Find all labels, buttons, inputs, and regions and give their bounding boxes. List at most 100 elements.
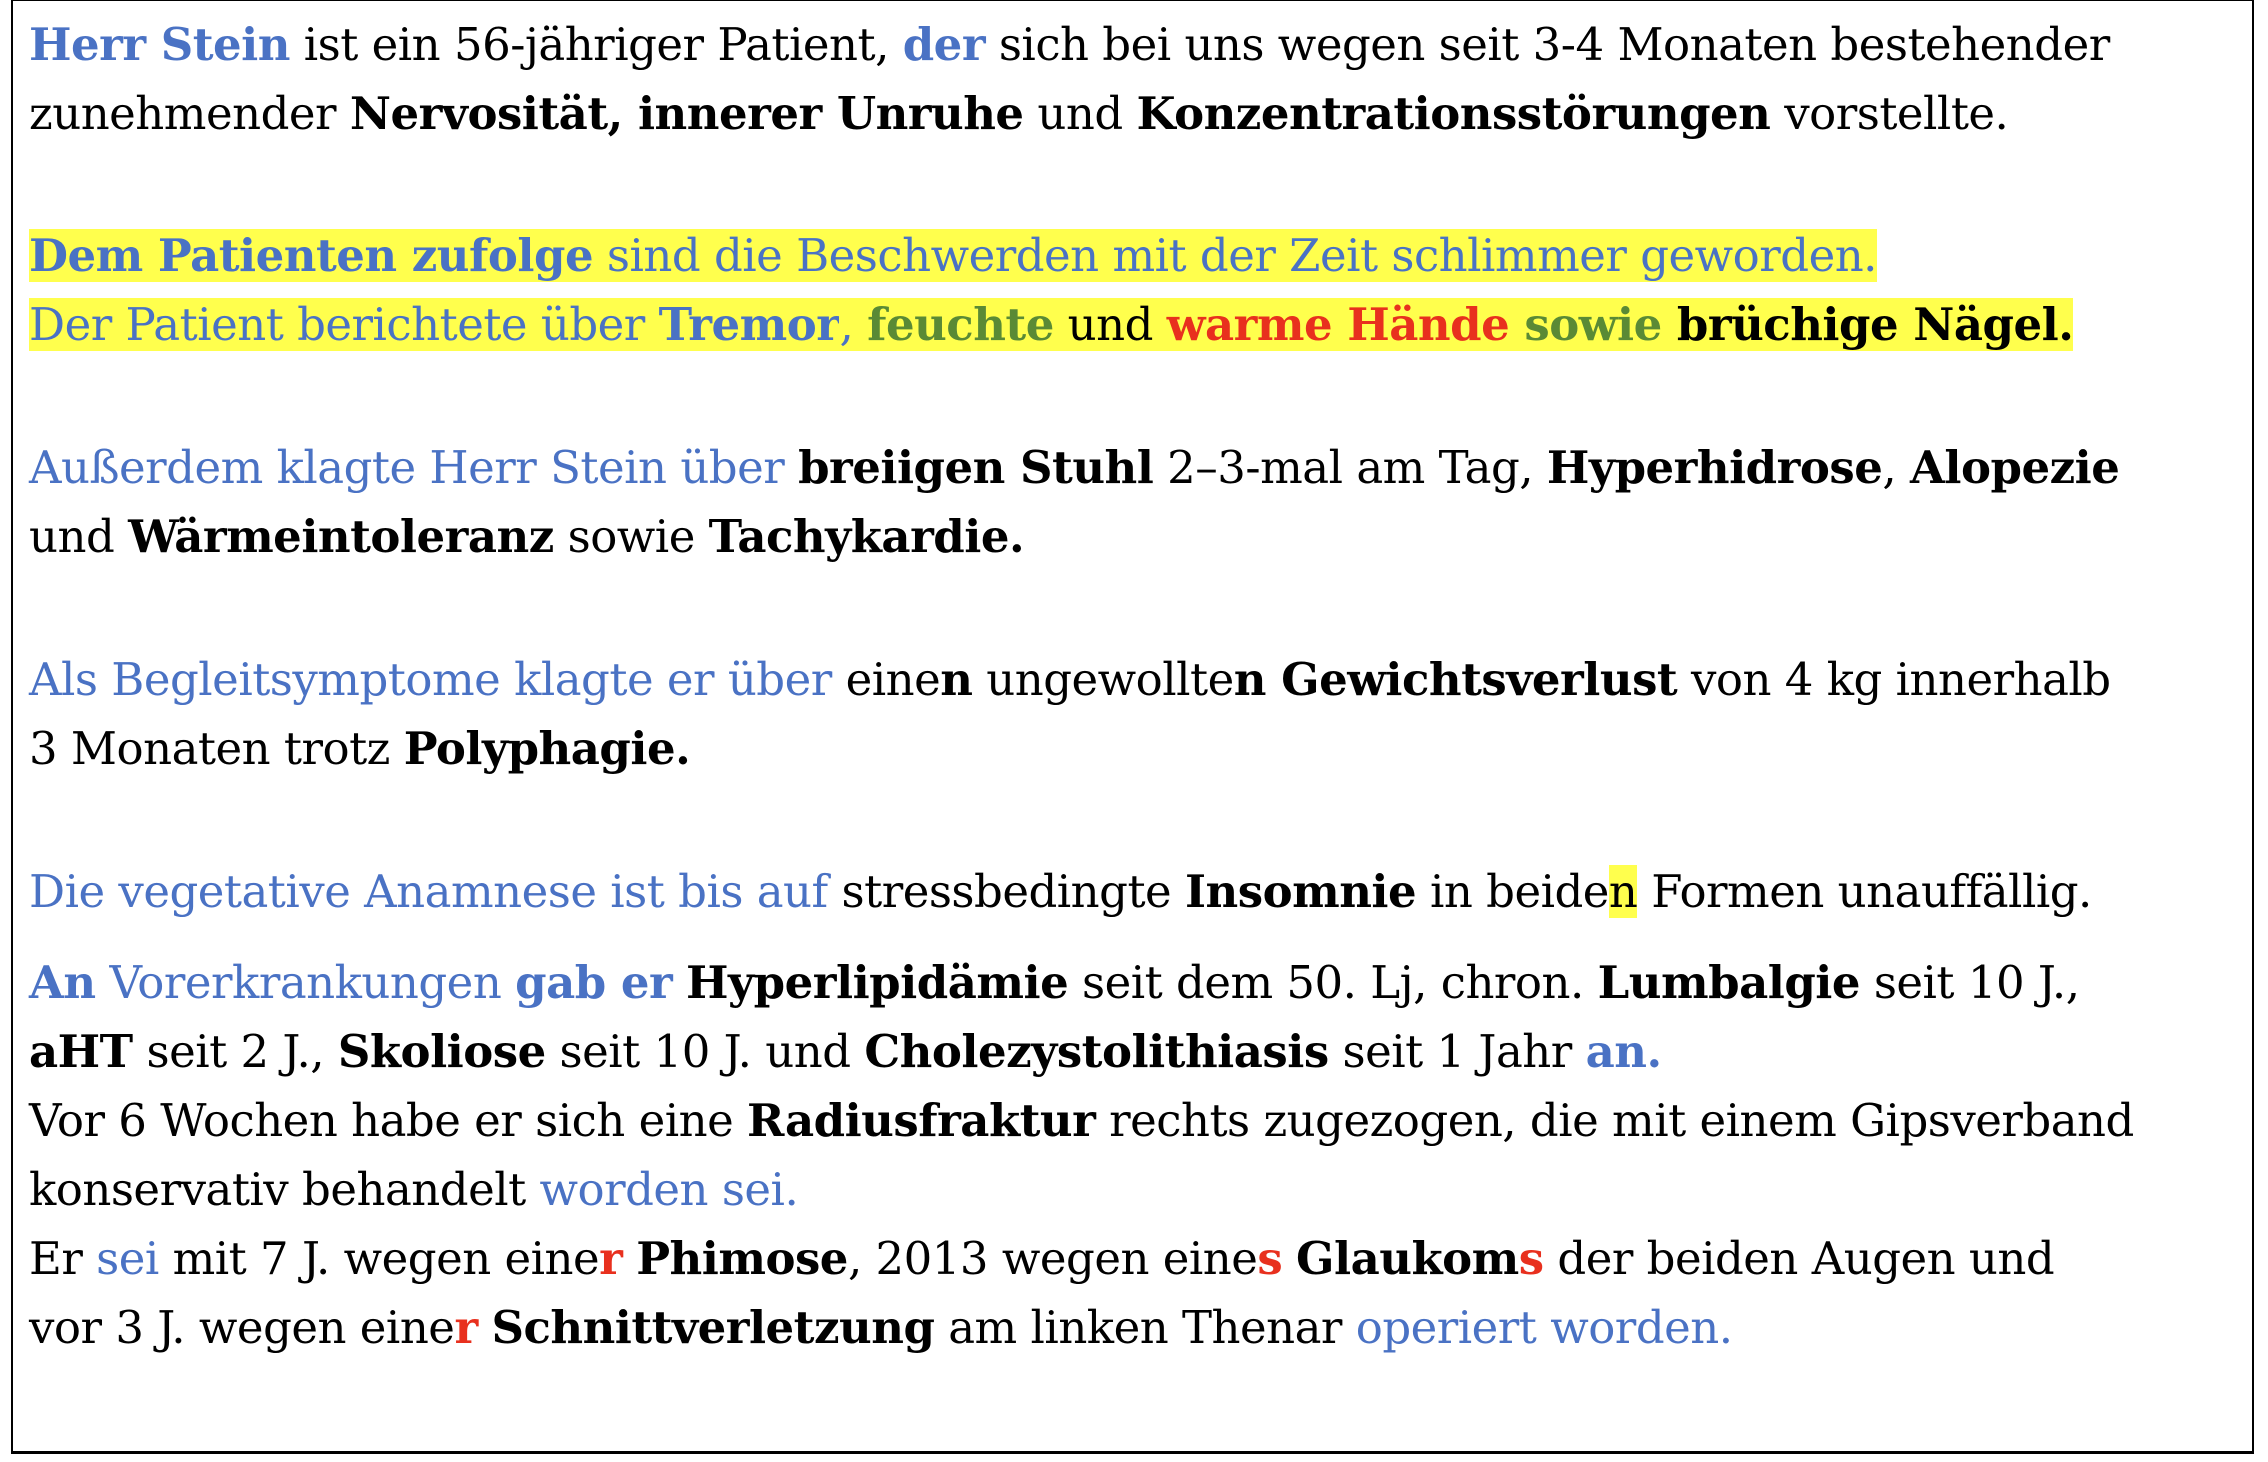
text-segment: vorstellte. bbox=[1770, 87, 2009, 140]
text-line: zunehmender Nervosität, innerer Unruhe u… bbox=[29, 79, 2239, 148]
text-segment: mit 7 J. wegen eine bbox=[158, 1232, 600, 1285]
text-segment bbox=[622, 1232, 636, 1285]
text-line: aHT seit 2 J., Skoliose seit 10 J. und C… bbox=[29, 1017, 2239, 1086]
paragraph-accompanying-symptoms: Als Begleitsymptome klagte er über einen… bbox=[29, 645, 2239, 783]
text-segment: zunehmender bbox=[29, 87, 350, 140]
text-segment bbox=[478, 1301, 492, 1354]
text-segment: aHT bbox=[29, 1025, 133, 1078]
text-segment: am linken Thenar bbox=[934, 1301, 1356, 1354]
text-segment: Wärmeintoleranz bbox=[128, 510, 554, 563]
text-line: Die vegetative Anamnese ist bis auf stre… bbox=[29, 857, 2239, 926]
text-segment bbox=[1282, 1232, 1296, 1285]
text-segment: r bbox=[599, 1232, 623, 1285]
text-segment: Skoliose bbox=[337, 1025, 546, 1078]
text-line: Der Patient berichtete über Tremor, feuc… bbox=[29, 290, 2239, 359]
text-segment: seit 1 Jahr bbox=[1328, 1025, 1586, 1078]
text-segment: seit 10 J., bbox=[1860, 956, 2080, 1009]
text-segment: seit 2 J., bbox=[132, 1025, 338, 1078]
paragraph-chief-complaint: Herr Stein ist ein 56-jähriger Patient, … bbox=[29, 10, 2239, 148]
text-segment: Hyperlipidämie bbox=[686, 956, 1069, 1009]
text-segment: s bbox=[1518, 1232, 1544, 1285]
text-segment: Vorerkrankungen bbox=[95, 956, 516, 1009]
paragraph-further-complaints: Außerdem klagte Herr Stein über breiigen… bbox=[29, 433, 2239, 571]
text-segment: sei bbox=[96, 1232, 159, 1285]
text-segment: sowie bbox=[553, 510, 709, 563]
paragraph-vegetative-anamnesis: Die vegetative Anamnese ist bis auf stre… bbox=[29, 857, 2239, 926]
text-line: An Vorerkrankungen gab er Hyperlipidämie… bbox=[29, 948, 2239, 1017]
text-segment: Hyperhidrose bbox=[1546, 441, 1883, 494]
text-segment: worden sei. bbox=[539, 1163, 799, 1216]
text-segment: Herr Stein bbox=[29, 18, 290, 71]
text-segment: Formen unauffällig. bbox=[1637, 865, 2092, 918]
text-segment: Als Begleitsymptome klagte er über bbox=[29, 653, 846, 706]
text-segment: in beide bbox=[1416, 865, 1609, 918]
text-segment: n bbox=[940, 653, 973, 706]
text-segment bbox=[672, 956, 686, 1009]
text-segment: Polyphagie. bbox=[403, 722, 691, 775]
text-line: Als Begleitsymptome klagte er über einen… bbox=[29, 645, 2239, 714]
anamnesis-text: Herr Stein ist ein 56-jähriger Patient, … bbox=[29, 10, 2239, 1362]
paragraph-course-symptoms: Dem Patienten zufolge sind die Beschwerd… bbox=[29, 221, 2239, 359]
text-segment: 2–3-mal am Tag, bbox=[1153, 441, 1547, 494]
text-segment: operiert worden. bbox=[1355, 1301, 1733, 1354]
text-segment: konservativ behandelt bbox=[29, 1163, 540, 1216]
text-line: Herr Stein ist ein 56-jähriger Patient, … bbox=[29, 10, 2239, 79]
text-segment: n bbox=[1608, 865, 1638, 918]
text-line: Er sei mit 7 J. wegen einer Phimose, 201… bbox=[29, 1224, 2239, 1293]
text-segment: ist ein 56-jähriger Patient, bbox=[289, 18, 903, 71]
text-segment: Konzentrationsstörungen bbox=[1136, 87, 1771, 140]
text-segment: An bbox=[29, 956, 96, 1009]
text-segment: Schnittverletzung bbox=[491, 1301, 935, 1354]
text-segment: Vor 6 Wochen habe er sich eine bbox=[29, 1094, 748, 1147]
text-segment: und bbox=[1023, 87, 1137, 140]
text-segment: , bbox=[839, 298, 868, 351]
text-segment: Tremor bbox=[658, 298, 840, 351]
text-segment: s bbox=[1257, 1232, 1283, 1285]
text-segment: der beiden Augen und bbox=[1543, 1232, 2055, 1285]
text-segment: sich bei uns wegen seit 3-4 Monaten best… bbox=[985, 18, 2110, 71]
text-line: konservativ behandelt worden sei. bbox=[29, 1155, 2239, 1224]
text-segment: , 2013 wegen eine bbox=[847, 1232, 1258, 1285]
text-segment: ungewollte bbox=[972, 653, 1234, 706]
text-segment: brüchige Nägel. bbox=[1676, 298, 2074, 351]
text-segment: der bbox=[902, 18, 986, 71]
text-segment: Er bbox=[29, 1232, 97, 1285]
text-segment: seit 10 J. und bbox=[545, 1025, 865, 1078]
text-segment: warme Hände bbox=[1166, 298, 1510, 351]
text-line: Außerdem klagte Herr Stein über breiigen… bbox=[29, 433, 2239, 502]
text-segment: sowie bbox=[1509, 298, 1677, 351]
text-segment: Cholezystolithiasis bbox=[864, 1025, 1329, 1078]
text-segment: 3 Monaten trotz bbox=[29, 722, 404, 775]
text-segment: Alopezie bbox=[1909, 441, 2120, 494]
text-segment: n Gewichtsverlust bbox=[1233, 653, 1678, 706]
text-line: Vor 6 Wochen habe er sich eine Radiusfra… bbox=[29, 1086, 2239, 1155]
text-segment: Tachykardie. bbox=[708, 510, 1025, 563]
text-segment: Insomnie bbox=[1184, 865, 1417, 918]
text-segment: Der Patient berichtete über bbox=[29, 298, 659, 351]
text-segment: sind die Beschwerden mit der Zeit schlim… bbox=[593, 229, 1877, 282]
text-line: Dem Patienten zufolge sind die Beschwerd… bbox=[29, 221, 2239, 290]
text-segment: Außerdem klagte Herr Stein über bbox=[29, 441, 799, 494]
text-segment: von 4 kg innerhalb bbox=[1677, 653, 2111, 706]
text-segment: stressbedingte bbox=[841, 865, 1185, 918]
text-segment: und bbox=[29, 510, 129, 563]
text-segment: feuchte bbox=[867, 298, 1054, 351]
text-segment: Nervosität, innerer Unruhe bbox=[349, 87, 1024, 140]
paragraph-medical-history: An Vorerkrankungen gab er Hyperlipidämie… bbox=[29, 948, 2239, 1362]
text-line: und Wärmeintoleranz sowie Tachykardie. bbox=[29, 502, 2239, 571]
text-segment: Die vegetative Anamnese ist bis auf bbox=[29, 865, 842, 918]
text-segment: breiigen Stuhl bbox=[798, 441, 1154, 494]
text-segment: Dem Patienten zufolge bbox=[29, 229, 594, 282]
text-segment: Lumbalgie bbox=[1597, 956, 1861, 1009]
text-segment: Phimose bbox=[636, 1232, 848, 1285]
text-line: 3 Monaten trotz Polyphagie. bbox=[29, 714, 2239, 783]
text-segment: vor 3 J. wegen eine bbox=[29, 1301, 455, 1354]
text-segment: Glaukom bbox=[1296, 1232, 1519, 1285]
text-segment: Radiusfraktur bbox=[747, 1094, 1096, 1147]
text-segment: an. bbox=[1585, 1025, 1663, 1078]
text-segment: eine bbox=[845, 653, 941, 706]
text-segment: , bbox=[1882, 441, 1910, 494]
text-segment: gab er bbox=[515, 956, 673, 1009]
text-line: vor 3 J. wegen einer Schnittverletzung a… bbox=[29, 1293, 2239, 1362]
text-segment: rechts zugezogen, die mit einem Gipsverb… bbox=[1095, 1094, 2134, 1147]
